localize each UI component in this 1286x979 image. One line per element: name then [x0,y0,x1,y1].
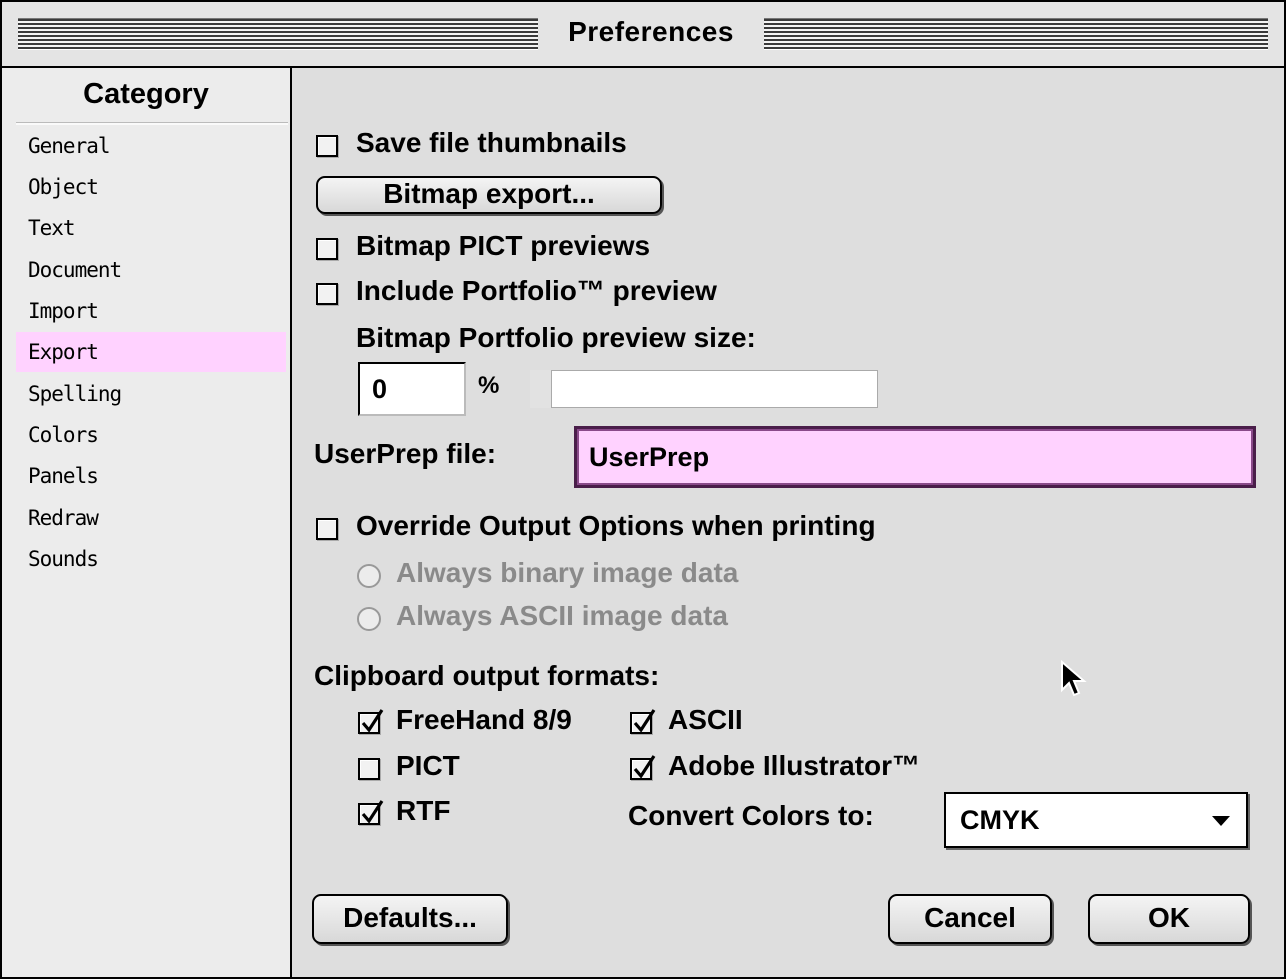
radio-ascii[interactable] [357,607,381,631]
freehand-label: FreeHand 8/9 [396,704,572,735]
title-bar[interactable]: Preferences [2,2,1284,68]
sidebar-item-document[interactable]: Document [16,250,286,290]
radio-ascii-label: Always ASCII image data [396,600,728,631]
sidebar-item-import[interactable]: Import [16,291,286,331]
sidebar-item-redraw[interactable]: Redraw [16,498,286,538]
bitmap-export-button[interactable]: Bitmap export... [316,176,662,214]
convert-colors-popup[interactable]: CMYK [944,792,1248,848]
sidebar-item-general[interactable]: General [16,126,286,166]
pict-label: PICT [396,750,460,781]
clipboard-formats-label: Clipboard output formats: [314,660,660,691]
slider-thumb[interactable] [530,370,552,408]
bitmap-pict-previews-checkbox[interactable] [316,238,338,260]
checkmark-icon [361,709,384,733]
userprep-label: UserPrep file: [314,438,497,469]
convert-colors-label: Convert Colors to: [628,800,874,831]
override-output-checkbox[interactable] [316,518,338,540]
portfolio-size-slider[interactable] [530,370,878,408]
category-sidebar: Category General Object Text Document Im… [2,68,292,977]
include-portfolio-label: Include Portfolio™ preview [356,275,717,306]
override-output-label: Override Output Options when printing [356,510,876,541]
sidebar-item-sounds[interactable]: Sounds [16,539,286,579]
save-thumbnails-checkbox[interactable] [316,135,338,157]
userprep-field[interactable]: UserPrep [574,426,1256,488]
dropdown-arrow-icon [1212,816,1230,826]
mouse-cursor-icon [1061,660,1087,697]
freehand-checkbox[interactable] [358,709,384,734]
category-header: Category [83,78,209,110]
sidebar-item-colors[interactable]: Colors [16,415,286,455]
window-title: Preferences [568,16,734,47]
title-stripes-right [764,18,1268,50]
checkmark-icon [361,800,384,824]
portfolio-size-label: Bitmap Portfolio preview size: [356,322,756,353]
percent-label: % [478,372,500,399]
illustrator-checkbox[interactable] [630,755,656,780]
rtf-label: RTF [396,795,451,826]
bitmap-pict-previews-label: Bitmap PICT previews [356,230,651,261]
cancel-button[interactable]: Cancel [888,894,1052,944]
ascii-checkbox[interactable] [630,709,656,734]
sidebar-item-export[interactable]: Export [16,332,286,372]
sidebar-item-object[interactable]: Object [16,167,286,207]
illustrator-label: Adobe Illustrator™ [668,750,921,781]
category-divider [16,122,288,125]
ok-button[interactable]: OK [1088,894,1250,944]
sidebar-item-spelling[interactable]: Spelling [16,374,286,414]
ascii-label: ASCII [668,704,743,735]
save-thumbnails-label: Save file thumbnails [356,127,627,158]
sidebar-item-text[interactable]: Text [16,208,286,248]
include-portfolio-checkbox[interactable] [316,283,338,305]
radio-binary-label: Always binary image data [396,557,739,588]
title-stripes-left [18,18,538,50]
checkmark-icon [633,755,656,779]
checkmark-icon [633,709,656,733]
radio-binary[interactable] [357,564,381,588]
convert-colors-value: CMYK [960,805,1040,835]
sidebar-item-panels[interactable]: Panels [16,456,286,496]
pict-checkbox[interactable] [358,758,380,780]
rtf-checkbox[interactable] [358,800,384,825]
defaults-button[interactable]: Defaults... [312,894,508,944]
portfolio-size-input[interactable]: 0 [358,362,466,416]
